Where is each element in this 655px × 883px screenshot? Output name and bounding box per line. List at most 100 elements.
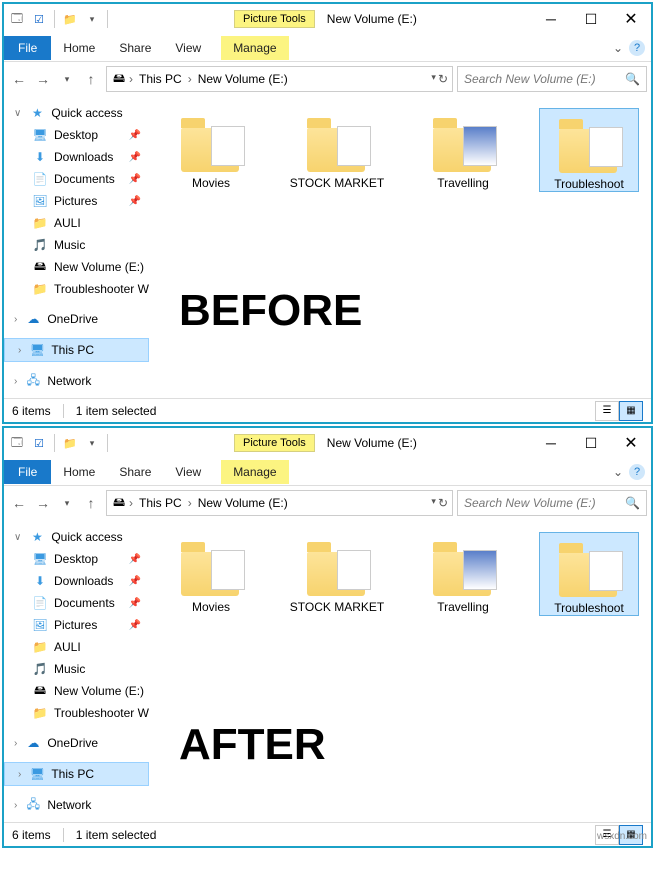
- address-bar[interactable]: 🖴 › This PC › New Volume (E:) ▾ ↻: [106, 490, 453, 516]
- expand-icon[interactable]: ›: [14, 376, 17, 387]
- onedrive-header[interactable]: ›☁OneDrive: [4, 308, 149, 330]
- back-button[interactable]: ←: [8, 492, 30, 514]
- breadcrumb-part[interactable]: This PC: [135, 72, 186, 86]
- sidebar-item-troubleshooter[interactable]: 📁Troubleshooter W: [4, 278, 149, 300]
- expand-icon[interactable]: ›: [18, 769, 21, 780]
- close-button[interactable]: ✕: [611, 429, 651, 457]
- sidebar-item-downloads[interactable]: ⬇Downloads📌: [4, 570, 149, 592]
- up-button[interactable]: ↑: [80, 492, 102, 514]
- share-tab[interactable]: Share: [107, 36, 163, 60]
- sidebar-item-pictures[interactable]: 🖼Pictures📌: [4, 190, 149, 212]
- folder-troubleshoot[interactable]: Troubleshoot: [539, 108, 639, 192]
- expand-icon[interactable]: ∨: [14, 532, 21, 543]
- this-pc-header[interactable]: ›🖥This PC: [4, 338, 149, 362]
- this-pc-header[interactable]: ›🖥This PC: [4, 762, 149, 786]
- content-pane[interactable]: Movies STOCK MARKET Travelling Troublesh…: [149, 96, 651, 398]
- expand-icon[interactable]: ›: [18, 345, 21, 356]
- recent-dropdown-icon[interactable]: ▾: [56, 68, 78, 90]
- forward-button[interactable]: →: [32, 492, 54, 514]
- folder-movies[interactable]: Movies: [161, 532, 261, 616]
- file-tab[interactable]: File: [4, 460, 51, 484]
- sidebar-item-new-volume[interactable]: 🖴New Volume (E:): [4, 680, 149, 702]
- sidebar-item-troubleshooter[interactable]: 📁Troubleshooter W: [4, 702, 149, 724]
- view-tab[interactable]: View: [163, 36, 213, 60]
- titlebar[interactable]: 🗔 ☑ 📁 ▾ Picture Tools New Volume (E:) ─ …: [4, 4, 651, 34]
- content-pane[interactable]: Movies STOCK MARKET Travelling Troublesh…: [149, 520, 651, 822]
- refresh-icon[interactable]: ↻: [438, 496, 448, 510]
- chevron-right-icon[interactable]: ›: [188, 496, 192, 510]
- minimize-button[interactable]: ─: [531, 5, 571, 33]
- network-header[interactable]: ›🖧Network: [4, 794, 149, 816]
- address-dropdown-icon[interactable]: ▾: [431, 496, 436, 510]
- expand-icon[interactable]: ›: [14, 314, 17, 325]
- sidebar-item-documents[interactable]: 📄Documents📌: [4, 592, 149, 614]
- home-tab[interactable]: Home: [51, 460, 107, 484]
- qat-dropdown-icon[interactable]: ▾: [83, 10, 101, 28]
- properties-icon[interactable]: ☑: [30, 434, 48, 452]
- sidebar-item-auli[interactable]: 📁AULI: [4, 212, 149, 234]
- file-tab[interactable]: File: [4, 36, 51, 60]
- folder-troubleshoot[interactable]: Troubleshoot: [539, 532, 639, 616]
- expand-ribbon-icon[interactable]: ⌄: [613, 41, 623, 55]
- maximize-button[interactable]: ☐: [571, 429, 611, 457]
- breadcrumb-part[interactable]: New Volume (E:): [194, 496, 292, 510]
- search-box[interactable]: Search New Volume (E:) 🔍: [457, 490, 647, 516]
- search-box[interactable]: Search New Volume (E:) 🔍: [457, 66, 647, 92]
- sidebar-item-desktop[interactable]: 🖥Desktop📌: [4, 548, 149, 570]
- breadcrumb-part[interactable]: This PC: [135, 496, 186, 510]
- large-icons-view-button[interactable]: ▦: [619, 401, 643, 421]
- context-tab-picture-tools[interactable]: Picture Tools: [234, 434, 315, 452]
- quick-access-header[interactable]: ∨★Quick access: [4, 102, 149, 124]
- maximize-button[interactable]: ☐: [571, 5, 611, 33]
- quick-access-header[interactable]: ∨★Quick access: [4, 526, 149, 548]
- view-tab[interactable]: View: [163, 460, 213, 484]
- help-icon[interactable]: ?: [629, 40, 645, 56]
- sidebar-item-music[interactable]: 🎵Music: [4, 234, 149, 256]
- expand-icon[interactable]: ∨: [14, 108, 21, 119]
- minimize-button[interactable]: ─: [531, 429, 571, 457]
- sidebar-item-documents[interactable]: 📄Documents📌: [4, 168, 149, 190]
- back-button[interactable]: ←: [8, 68, 30, 90]
- chevron-right-icon[interactable]: ›: [129, 496, 133, 510]
- search-icon[interactable]: 🔍: [625, 72, 640, 86]
- close-button[interactable]: ✕: [611, 5, 651, 33]
- details-view-button[interactable]: ☰: [595, 401, 619, 421]
- address-bar[interactable]: 🖴 › This PC › New Volume (E:) ▾ ↻: [106, 66, 453, 92]
- breadcrumb-part[interactable]: New Volume (E:): [194, 72, 292, 86]
- chevron-right-icon[interactable]: ›: [188, 72, 192, 86]
- folder-icon[interactable]: 📁: [61, 10, 79, 28]
- home-tab[interactable]: Home: [51, 36, 107, 60]
- recent-dropdown-icon[interactable]: ▾: [56, 492, 78, 514]
- qat-dropdown-icon[interactable]: ▾: [83, 434, 101, 452]
- folder-icon[interactable]: 📁: [61, 434, 79, 452]
- expand-ribbon-icon[interactable]: ⌄: [613, 465, 623, 479]
- sidebar-item-music[interactable]: 🎵Music: [4, 658, 149, 680]
- forward-button[interactable]: →: [32, 68, 54, 90]
- context-tab-picture-tools[interactable]: Picture Tools: [234, 10, 315, 28]
- titlebar[interactable]: 🗔 ☑ 📁 ▾ Picture Tools New Volume (E:) ─ …: [4, 428, 651, 458]
- manage-tab[interactable]: Manage: [221, 36, 288, 60]
- manage-tab[interactable]: Manage: [221, 460, 288, 484]
- properties-icon[interactable]: ☑: [30, 10, 48, 28]
- onedrive-header[interactable]: ›☁OneDrive: [4, 732, 149, 754]
- sidebar-item-auli[interactable]: 📁AULI: [4, 636, 149, 658]
- sidebar-item-new-volume[interactable]: 🖴New Volume (E:): [4, 256, 149, 278]
- folder-travelling[interactable]: Travelling: [413, 108, 513, 192]
- folder-stock-market[interactable]: STOCK MARKET: [287, 532, 387, 616]
- network-header[interactable]: ›🖧Network: [4, 370, 149, 392]
- expand-icon[interactable]: ›: [14, 738, 17, 749]
- share-tab[interactable]: Share: [107, 460, 163, 484]
- folder-travelling[interactable]: Travelling: [413, 532, 513, 616]
- expand-icon[interactable]: ›: [14, 800, 17, 811]
- up-button[interactable]: ↑: [80, 68, 102, 90]
- help-icon[interactable]: ?: [629, 464, 645, 480]
- chevron-right-icon[interactable]: ›: [129, 72, 133, 86]
- sidebar-item-downloads[interactable]: ⬇Downloads📌: [4, 146, 149, 168]
- sidebar-item-pictures[interactable]: 🖼Pictures📌: [4, 614, 149, 636]
- address-dropdown-icon[interactable]: ▾: [431, 72, 436, 86]
- sidebar-item-desktop[interactable]: 🖥Desktop📌: [4, 124, 149, 146]
- search-icon[interactable]: 🔍: [625, 496, 640, 510]
- folder-stock-market[interactable]: STOCK MARKET: [287, 108, 387, 192]
- folder-movies[interactable]: Movies: [161, 108, 261, 192]
- refresh-icon[interactable]: ↻: [438, 72, 448, 86]
